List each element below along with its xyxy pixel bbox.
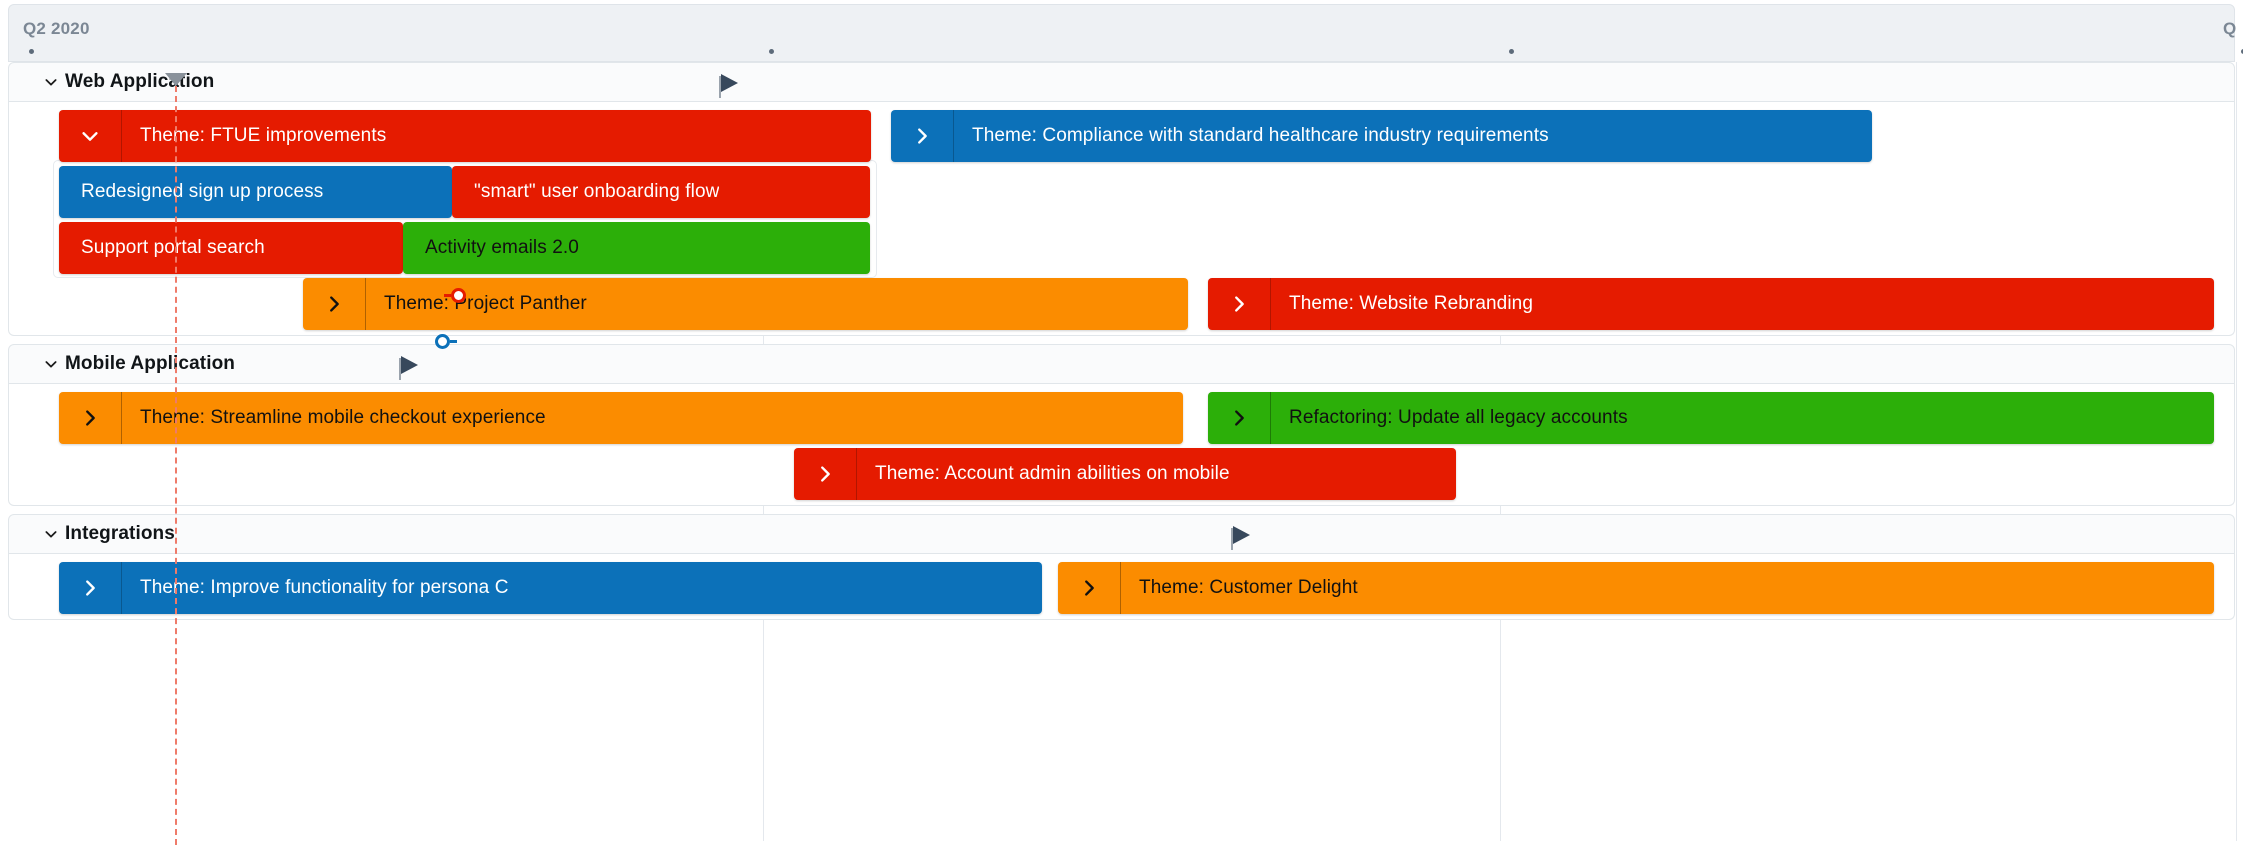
roadmap-bar[interactable]: Theme: Website Rebranding: [1208, 278, 2214, 330]
swimlane-integrations: Integrations Theme: Improve functionality…: [8, 514, 2235, 620]
chevron-right-icon[interactable]: [1208, 278, 1270, 330]
roadmap-bar[interactable]: Theme: FTUE improvements: [59, 110, 871, 162]
roadmap-canvas: Q2 2020 Q Web Application Theme: FTUE imp…: [0, 0, 2243, 845]
today-marker-handle[interactable]: [165, 73, 187, 86]
roadmap-bar-label: Theme: Account admin abilities on mobile: [857, 463, 1230, 485]
milestone-flag-icon[interactable]: [1231, 524, 1253, 550]
roadmap-bar[interactable]: "smart" user onboarding flow: [452, 166, 870, 218]
today-marker-line: [175, 86, 177, 845]
swimlane-mobile-application: Mobile Application Theme: Streamline mobi…: [8, 344, 2235, 506]
roadmap-bar-label: "smart" user onboarding flow: [452, 181, 719, 203]
swimlane-body: Theme: Streamline mobile checkout experi…: [8, 384, 2235, 506]
roadmap-bar-label: Refactoring: Update all legacy accounts: [1271, 407, 1628, 429]
roadmap-bar[interactable]: Theme: Customer Delight: [1058, 562, 2214, 614]
roadmap-bar-label: Theme: Improve functionality for persona…: [122, 577, 509, 599]
swimlane-title: Integrations: [65, 523, 175, 545]
roadmap-bar[interactable]: Theme: Compliance with standard healthca…: [891, 110, 1872, 162]
dependency-target-handle[interactable]: [451, 288, 466, 303]
roadmap-bar-label: Theme: Customer Delight: [1121, 577, 1358, 599]
swimlane-title: Mobile Application: [65, 353, 235, 375]
chevron-right-icon[interactable]: [303, 278, 365, 330]
roadmap-bar[interactable]: Theme: Improve functionality for persona…: [59, 562, 1042, 614]
swimlane-header[interactable]: Integrations: [8, 514, 2235, 554]
roadmap-bar-label: Theme: Compliance with standard healthca…: [954, 125, 1549, 147]
roadmap-bar-label: Theme: FTUE improvements: [122, 125, 386, 147]
chevron-right-icon[interactable]: [59, 562, 121, 614]
chevron-right-icon[interactable]: [891, 110, 953, 162]
dependency-stub: [450, 340, 457, 343]
chevron-down-icon[interactable]: [43, 356, 59, 372]
roadmap-bar[interactable]: Redesigned sign up process: [59, 166, 452, 218]
chevron-down-icon[interactable]: [43, 526, 59, 542]
roadmap-board[interactable]: Web ApplicationTheme: FTUE improvementsT…: [8, 62, 2235, 841]
roadmap-bar[interactable]: Refactoring: Update all legacy accounts: [1208, 392, 2214, 444]
timeline-tick-1: [769, 49, 774, 54]
timeline-tick-0: [29, 49, 34, 54]
roadmap-bar[interactable]: Support portal search: [59, 222, 403, 274]
swimlane-title: Web Application: [65, 71, 214, 93]
swimlane-web-application: Web ApplicationTheme: FTUE improvementsT…: [8, 62, 2235, 336]
chevron-down-icon[interactable]: [59, 110, 121, 162]
dependency-stub: [444, 294, 451, 297]
swimlane-body: Theme: Improve functionality for persona…: [8, 554, 2235, 620]
chevron-right-icon[interactable]: [1208, 392, 1270, 444]
timeline-tick-2: [1509, 49, 1514, 54]
timeline-header: Q2 2020 Q: [8, 4, 2235, 62]
roadmap-bar-label: Redesigned sign up process: [59, 181, 323, 203]
roadmap-bar[interactable]: Theme: Streamline mobile checkout experi…: [59, 392, 1183, 444]
roadmap-bar-label: Theme: Streamline mobile checkout experi…: [122, 407, 546, 429]
roadmap-bar-label: Activity emails 2.0: [403, 237, 579, 259]
milestone-flag-icon[interactable]: [719, 72, 741, 98]
chevron-right-icon[interactable]: [1058, 562, 1120, 614]
roadmap-bar[interactable]: Theme: Account admin abilities on mobile: [794, 448, 1456, 500]
swimlane-header[interactable]: Mobile Application: [8, 344, 2235, 384]
roadmap-bar[interactable]: Theme: Project Panther: [303, 278, 1188, 330]
chevron-down-icon[interactable]: [43, 74, 59, 90]
chevron-right-icon[interactable]: [794, 448, 856, 500]
roadmap-bar-label: Theme: Project Panther: [366, 293, 587, 315]
chevron-right-icon[interactable]: [59, 392, 121, 444]
swimlane-body: Theme: FTUE improvements Theme: Complianc…: [8, 102, 2235, 336]
milestone-flag-icon[interactable]: [399, 354, 421, 380]
timeline-quarter-label-right: Q: [2223, 19, 2236, 39]
timeline-gridline-2: [2236, 62, 2237, 841]
timeline-quarter-label-left: Q2 2020: [23, 19, 90, 39]
roadmap-bar-label: Support portal search: [59, 237, 265, 259]
swimlane-header[interactable]: Web Application: [8, 62, 2235, 102]
roadmap-bar[interactable]: Activity emails 2.0: [403, 222, 870, 274]
roadmap-bar-label: Theme: Website Rebranding: [1271, 293, 1533, 315]
dependency-source-handle[interactable]: [435, 334, 450, 349]
